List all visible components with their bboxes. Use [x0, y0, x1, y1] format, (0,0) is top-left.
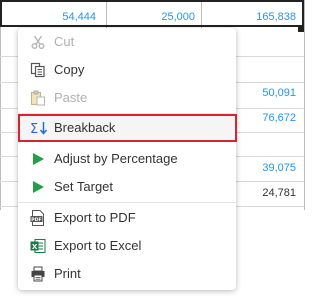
cell-value[interactable]: 50,091	[240, 87, 296, 99]
scissors-icon	[30, 34, 46, 50]
cell-value[interactable]: 76,672	[240, 112, 296, 124]
menu-item-copy[interactable]: Copy	[18, 56, 236, 84]
printer-icon	[30, 266, 46, 282]
menu-item-label: Export to PDF	[54, 210, 136, 225]
menu-item-label: Paste	[54, 90, 88, 105]
menu-item-label: Breakback	[54, 120, 116, 135]
svg-text:Σ: Σ	[30, 122, 38, 136]
fill-handle[interactable]	[298, 26, 304, 32]
cell-value[interactable]: 39,075	[240, 162, 296, 174]
menu-item-breakback[interactable]: Σ Breakback	[18, 114, 237, 142]
menu-separator	[18, 202, 236, 203]
menu-item-adjust-by-percentage[interactable]: Adjust by Percentage	[18, 145, 236, 173]
menu-item-label: Export to Excel	[54, 238, 142, 253]
menu-item-set-target[interactable]: Set Target	[18, 173, 236, 201]
play-triangle-icon	[30, 151, 46, 167]
menu-item-label: Print	[54, 266, 81, 281]
menu-item-export-excel[interactable]: X Export to Excel	[18, 232, 236, 260]
svg-text:PDF: PDF	[31, 217, 41, 223]
svg-text:X: X	[32, 243, 38, 251]
menu-item-label: Copy	[54, 62, 85, 77]
pdf-icon: PDF	[30, 210, 46, 226]
play-triangle-icon	[30, 179, 46, 195]
grid-line	[304, 0, 305, 210]
cell-value[interactable]: 24,781	[240, 187, 296, 199]
context-menu: Cut Copy Paste Σ Breakback Adjust by Per…	[18, 28, 237, 290]
menu-item-print[interactable]: Print	[18, 260, 236, 288]
cell-value[interactable]: 54,444	[40, 11, 96, 23]
menu-item-export-pdf[interactable]: PDF Export to PDF	[18, 204, 236, 232]
paste-icon	[30, 90, 46, 106]
excel-icon: X	[30, 238, 46, 254]
menu-item-cut[interactable]: Cut	[18, 28, 236, 56]
copy-icon	[30, 62, 46, 78]
cell-value[interactable]: 25,000	[130, 11, 195, 23]
menu-item-label: Adjust by Percentage	[54, 151, 178, 166]
grid-line	[0, 0, 1, 210]
cell-value[interactable]: 165,838	[230, 11, 296, 23]
menu-item-paste[interactable]: Paste	[18, 84, 236, 112]
sigma-down-arrow-icon: Σ	[30, 120, 48, 137]
menu-item-label: Cut	[54, 34, 75, 49]
menu-item-label: Set Target	[54, 179, 114, 194]
